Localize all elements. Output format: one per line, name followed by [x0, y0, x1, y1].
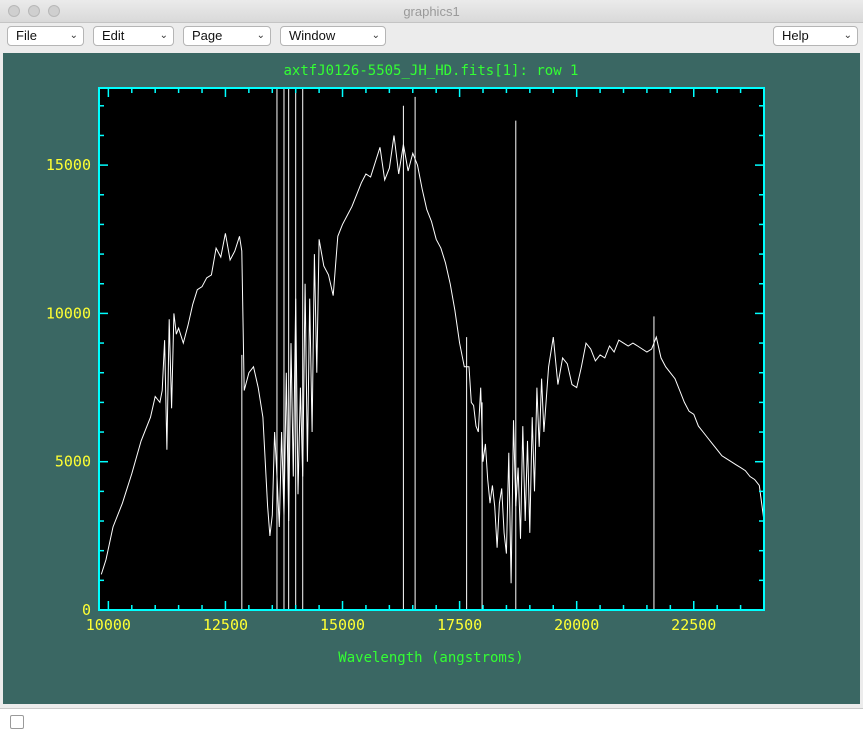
edit-menu-label: Edit [102, 28, 125, 43]
title-bar: graphics1 [0, 0, 863, 23]
plot-canvas[interactable]: axtfJ0126-5505_JH_HD.fits[1]: row 1 Wave… [3, 53, 860, 704]
x-tick-label: 22500 [671, 616, 716, 634]
y-tick-label: 10000 [46, 304, 91, 322]
chart-title: axtfJ0126-5505_JH_HD.fits[1]: row 1 [283, 63, 578, 79]
plot-background [99, 88, 764, 610]
window-menu-label: Window [289, 28, 336, 43]
page-menu[interactable]: Page ⌄ [183, 26, 271, 46]
chevron-down-icon: ⌄ [69, 30, 78, 41]
y-tick-label: 0 [82, 601, 91, 619]
file-menu-label: File [16, 28, 37, 43]
x-tick-label: 20000 [554, 616, 599, 634]
page-menu-label: Page [192, 28, 223, 43]
x-tick-label: 15000 [320, 616, 365, 634]
chevron-down-icon: ⌄ [371, 30, 380, 41]
x-tick-label: 12500 [203, 616, 248, 634]
chevron-down-icon: ⌄ [843, 30, 852, 41]
chevron-down-icon: ⌄ [159, 30, 168, 41]
edit-menu[interactable]: Edit ⌄ [93, 26, 174, 46]
status-checkbox[interactable] [10, 715, 24, 729]
x-tick-label: 17500 [437, 616, 482, 634]
y-tick-label: 5000 [55, 453, 91, 471]
chevron-down-icon: ⌄ [256, 30, 265, 41]
menu-bar: File ⌄ Edit ⌄ Page ⌄ Window ⌄ Help ⌄ [0, 23, 863, 52]
window-title: graphics1 [403, 4, 460, 19]
help-menu[interactable]: Help ⌄ [773, 26, 858, 46]
graphics-window: graphics1 File ⌄ Edit ⌄ Page ⌄ Window ⌄ Help… [0, 0, 863, 735]
file-menu[interactable]: File ⌄ [7, 26, 84, 46]
x-tick-label: 10000 [86, 616, 131, 634]
spectrum-plot: axtfJ0126-5505_JH_HD.fits[1]: row 1 Wave… [46, 63, 765, 666]
status-bar [0, 708, 863, 735]
x-axis-label: Wavelength (angstroms) [338, 650, 523, 666]
help-menu-label: Help [782, 28, 809, 43]
y-tick-label: 15000 [46, 156, 91, 174]
window-menu[interactable]: Window ⌄ [280, 26, 386, 46]
